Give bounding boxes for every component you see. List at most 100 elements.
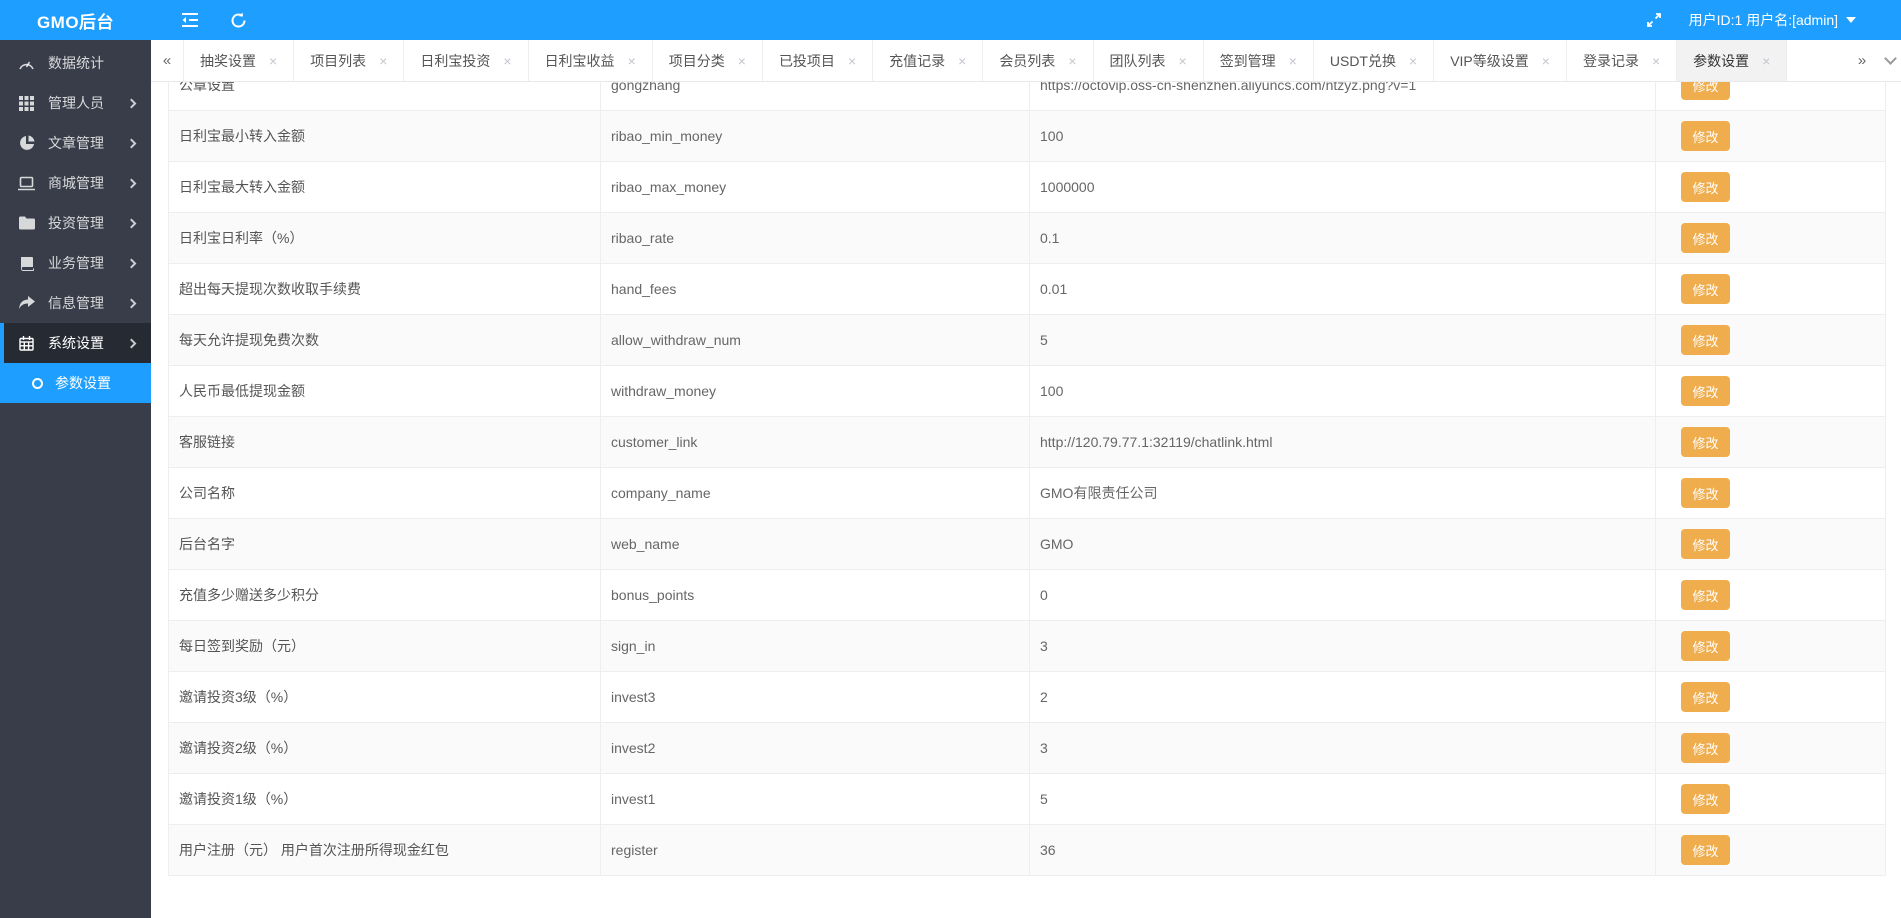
close-icon[interactable]: × [1542, 54, 1550, 68]
tab-抽奖设置[interactable]: 抽奖设置 × [183, 40, 294, 81]
sidebar-item-数据统计[interactable]: 数据统计 [0, 43, 151, 83]
tab-充值记录[interactable]: 充值记录 × [873, 40, 983, 81]
param-label-cell: 日利宝日利率（%） [169, 213, 601, 264]
close-icon[interactable]: × [628, 54, 636, 68]
tab-会员列表[interactable]: 会员列表 × [983, 40, 1093, 81]
modify-button[interactable]: 修改 [1681, 172, 1730, 202]
chevron-right-icon [127, 178, 137, 188]
caret-down-icon [1846, 17, 1856, 23]
close-icon[interactable]: × [269, 54, 277, 68]
tab-VIP等级设置[interactable]: VIP等级设置 × [1434, 40, 1567, 81]
param-action-cell: 修改 [1656, 315, 1886, 366]
tab-label: 项目分类 [669, 51, 725, 71]
tab-label: 日利宝收益 [545, 51, 615, 71]
param-key-cell: customer_link [601, 417, 1030, 468]
tab-日利宝收益[interactable]: 日利宝收益 × [529, 40, 653, 81]
tab-label: 参数设置 [1693, 51, 1749, 71]
param-label-cell: 用户注册（元） 用户首次注册所得现金红包 [169, 825, 601, 876]
modify-button[interactable]: 修改 [1681, 631, 1730, 661]
sidebar-item-信息管理[interactable]: 信息管理 [0, 283, 151, 323]
sidebar-subitem-label: 参数设置 [55, 373, 111, 393]
param-action-cell: 修改 [1656, 621, 1886, 672]
param-key-cell: bonus_points [601, 570, 1030, 621]
sidebar-item-文章管理[interactable]: 文章管理 [0, 123, 151, 163]
param-label-cell: 邀请投资3级（%） [169, 672, 601, 723]
collapse-menu-icon[interactable] [181, 11, 199, 29]
tab-label: 充值记录 [889, 51, 945, 71]
close-icon[interactable]: × [1762, 54, 1770, 68]
close-icon[interactable]: × [379, 54, 387, 68]
param-value-cell: 100 [1030, 366, 1656, 417]
param-key-cell: invest2 [601, 723, 1030, 774]
close-icon[interactable]: × [1068, 54, 1076, 68]
sidebar-item-系统设置[interactable]: 系统设置 [0, 323, 151, 363]
chevron-right-icon [127, 218, 137, 228]
close-icon[interactable]: × [1652, 54, 1660, 68]
tab-项目分类[interactable]: 项目分类 × [653, 40, 763, 81]
close-icon[interactable]: × [1409, 54, 1417, 68]
table-row: 邀请投资3级（%） invest3 2 修改 [169, 672, 1886, 723]
modify-button[interactable]: 修改 [1681, 478, 1730, 508]
modify-button[interactable]: 修改 [1681, 325, 1730, 355]
param-action-cell: 修改 [1656, 519, 1886, 570]
param-value-cell: 5 [1030, 315, 1656, 366]
chevron-right-icon [127, 138, 137, 148]
sidebar-subitem-params[interactable]: 参数设置 [0, 363, 151, 403]
table-row: 公司名称 company_name GMO有限责任公司 修改 [169, 468, 1886, 519]
tab-label: 会员列表 [999, 51, 1055, 71]
tab-USDT兑换[interactable]: USDT兑换 × [1314, 40, 1434, 81]
table-row: 超出每天提现次数收取手续费 hand_fees 0.01 修改 [169, 264, 1886, 315]
sidebar-item-管理人员[interactable]: 管理人员 [0, 83, 151, 123]
dashboard-icon [18, 55, 35, 72]
tab-已投项目[interactable]: 已投项目 × [763, 40, 873, 81]
table-row: 日利宝最大转入金额 ribao_max_money 1000000 修改 [169, 162, 1886, 213]
param-key-cell: ribao_max_money [601, 162, 1030, 213]
close-icon[interactable]: × [1289, 54, 1297, 68]
close-icon[interactable]: × [1179, 54, 1187, 68]
refresh-icon[interactable] [229, 11, 247, 29]
sidebar-item-业务管理[interactable]: 业务管理 [0, 243, 151, 283]
modify-button[interactable]: 修改 [1681, 427, 1730, 457]
tab-登录记录[interactable]: 登录记录 × [1567, 40, 1677, 81]
tab-项目列表[interactable]: 项目列表 × [294, 40, 404, 81]
modify-button[interactable]: 修改 [1681, 82, 1730, 100]
fullscreen-icon[interactable] [1645, 11, 1663, 29]
chevron-right-icon [127, 98, 137, 108]
tab-团队列表[interactable]: 团队列表 × [1094, 40, 1204, 81]
tabs-dropdown-button[interactable] [1879, 40, 1901, 81]
modify-button[interactable]: 修改 [1681, 835, 1730, 865]
sidebar-item-投资管理[interactable]: 投资管理 [0, 203, 151, 243]
modify-button[interactable]: 修改 [1681, 376, 1730, 406]
tab-参数设置[interactable]: 参数设置 × [1677, 40, 1787, 81]
tab-签到管理[interactable]: 签到管理 × [1204, 40, 1314, 81]
modify-button[interactable]: 修改 [1681, 733, 1730, 763]
table-row: 邀请投资2级（%） invest2 3 修改 [169, 723, 1886, 774]
modify-button[interactable]: 修改 [1681, 784, 1730, 814]
tab-日利宝投资[interactable]: 日利宝投资 × [404, 40, 528, 81]
tabs-scroll-left-button[interactable]: « [151, 40, 183, 81]
close-icon[interactable]: × [503, 54, 511, 68]
table-row: 用户注册（元） 用户首次注册所得现金红包 register 36 修改 [169, 825, 1886, 876]
tabs-scroll-right-button[interactable]: » [1845, 40, 1879, 81]
modify-button[interactable]: 修改 [1681, 223, 1730, 253]
user-menu[interactable]: 用户ID:1 用户名:[admin] [1689, 10, 1856, 30]
param-key-cell: sign_in [601, 621, 1030, 672]
close-icon[interactable]: × [848, 54, 856, 68]
modify-button[interactable]: 修改 [1681, 529, 1730, 559]
param-label-cell: 客服链接 [169, 417, 601, 468]
modify-button[interactable]: 修改 [1681, 274, 1730, 304]
share-arrow-icon [18, 295, 35, 312]
param-value-cell: 1000000 [1030, 162, 1656, 213]
modify-button[interactable]: 修改 [1681, 121, 1730, 151]
param-value-cell: GMO [1030, 519, 1656, 570]
close-icon[interactable]: × [958, 54, 966, 68]
modify-button[interactable]: 修改 [1681, 580, 1730, 610]
user-info-text: 用户ID:1 用户名:[admin] [1689, 10, 1838, 30]
sidebar-item-label: 管理人员 [48, 93, 128, 113]
modify-button[interactable]: 修改 [1681, 682, 1730, 712]
param-action-cell: 修改 [1656, 417, 1886, 468]
chevron-right-icon [127, 258, 137, 268]
sidebar-item-商城管理[interactable]: 商城管理 [0, 163, 151, 203]
book-icon [18, 255, 35, 272]
close-icon[interactable]: × [738, 54, 746, 68]
